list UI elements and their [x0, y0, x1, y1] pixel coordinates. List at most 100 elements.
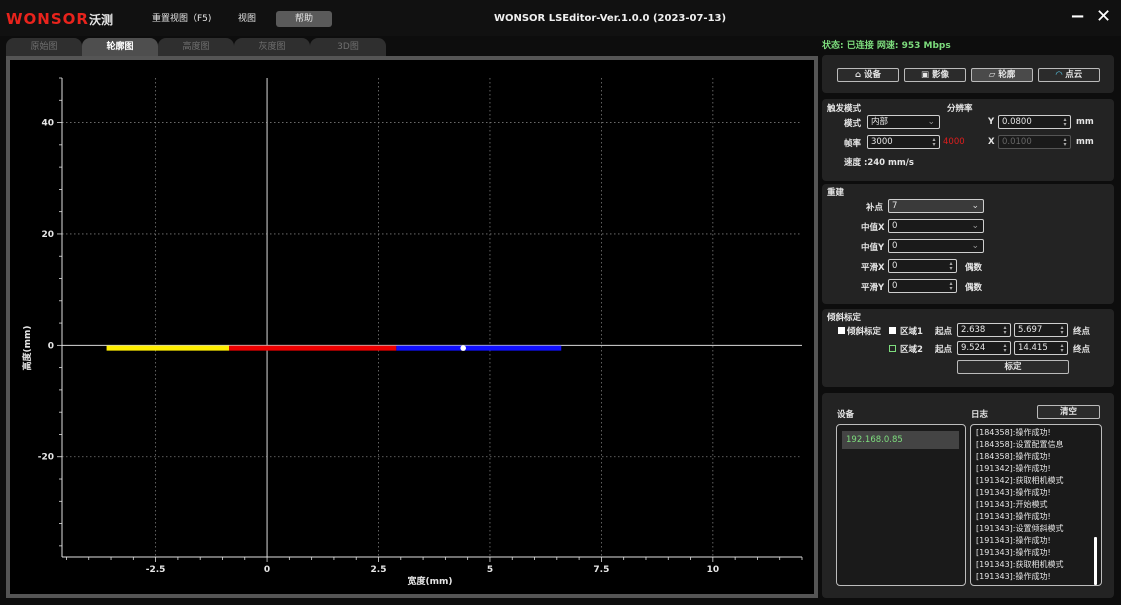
stepper-icon[interactable]: ▴ ▾ — [1058, 325, 1066, 336]
trigger-section-title: 触发模式 — [827, 104, 862, 114]
stepper-icon[interactable]: ▴ ▾ — [947, 281, 955, 292]
chevron-down-icon: ⌄ — [971, 221, 979, 231]
region2-label: 区域2 — [900, 345, 923, 355]
median-x-select[interactable]: 0 ⌄ — [888, 219, 984, 233]
smooth-y-label: 平滑Y — [861, 283, 885, 293]
image-button[interactable]: ▣ 影像 — [904, 68, 966, 82]
y-tick-label: 0 — [48, 341, 54, 351]
log-line: [191343]:设置倾斜模式 — [976, 524, 1064, 533]
log-scrollbar[interactable] — [1094, 537, 1097, 585]
x-axis-label: 宽度(mm) — [407, 575, 453, 587]
region1-end-label: 终点 — [1073, 327, 1091, 337]
log-line: [191343]:获取相机模式 — [976, 560, 1064, 569]
fill-select[interactable]: 7 ⌄ — [888, 199, 984, 213]
device-list: 192.168.0.85 — [836, 424, 966, 586]
tilt-enable-checkbox[interactable] — [838, 327, 845, 334]
chevron-down-icon: ⌄ — [971, 241, 979, 251]
stepper-icon[interactable]: ▴ ▾ — [1001, 325, 1009, 336]
res-y-input[interactable]: 0.0800 ▴ ▾ — [998, 115, 1071, 129]
y-axis-label: 高度(mm) — [21, 326, 33, 371]
y-tick-label: 20 — [41, 230, 54, 240]
device-log-panel: 设备 日志 清空 192.168.0.85 [184358]:操作成功! [18… — [822, 393, 1114, 598]
stepper-icon[interactable]: ▴ ▾ — [1061, 137, 1069, 148]
tab-raw[interactable]: 原始图 — [6, 38, 82, 56]
region1-label: 区域1 — [900, 327, 923, 337]
tilt-panel: 倾斜标定 倾斜标定 区域1 起点 2.638 ▴ ▾ 5.697 ▴ ▾ 终点 区域2 … — [822, 309, 1114, 387]
mode-select[interactable]: 内部 ⌄ — [867, 115, 940, 129]
region2-start-label: 起点 — [935, 345, 953, 355]
profile-button[interactable]: ▱ 轮廓 — [971, 68, 1033, 82]
device-item[interactable]: 192.168.0.85 — [842, 431, 959, 449]
rebuild-section-title: 重建 — [827, 188, 845, 198]
minimize-button[interactable]: − — [1070, 8, 1085, 26]
mode-label: 模式 — [844, 119, 862, 129]
log-label: 日志 — [971, 410, 989, 420]
log-line: [184358]:操作成功! — [976, 428, 1051, 437]
view-tabs: 原始图 轮廓图 高度图 灰度图 3D图 — [6, 38, 406, 56]
x-tick-label: 10 — [707, 565, 720, 575]
speed-readout: 速度 :240 mm/s — [844, 158, 914, 168]
smooth-y-even: 偶数 — [965, 283, 983, 293]
chevron-down-icon: ⌄ — [971, 201, 979, 211]
y-tick-label: -20 — [38, 453, 54, 463]
stepper-icon[interactable]: ▴ ▾ — [1061, 117, 1069, 128]
log-line: [191343]:开始模式 — [976, 500, 1048, 509]
calibrate-button[interactable]: 标定 — [957, 360, 1069, 374]
menu-reset-view[interactable]: 重置视图（F5) — [152, 11, 211, 27]
y-tick-label: 40 — [41, 119, 54, 129]
x-tick-label: 0 — [264, 565, 270, 575]
profile-icon: ▱ — [988, 70, 999, 80]
clear-log-button[interactable]: 清空 — [1037, 405, 1100, 419]
menu-view[interactable]: 视图 — [238, 11, 256, 27]
device-label: 设备 — [837, 410, 855, 420]
close-button[interactable]: ✕ — [1096, 8, 1111, 26]
connection-status: 状态: 已连接 网速: 953 Mbps — [822, 41, 951, 51]
log-line: [191343]:操作成功! — [976, 548, 1051, 557]
device-button[interactable]: ⌂ 设备 — [837, 68, 899, 82]
x-tick-label: 5 — [487, 565, 493, 575]
smooth-x-input[interactable]: 0 ▴ ▾ — [888, 259, 957, 273]
res-x-input[interactable]: 0.0100 ▴ ▾ — [998, 135, 1071, 149]
tilt-enable-label: 倾斜标定 — [847, 327, 882, 337]
brand-logo: WONSOR — [6, 10, 89, 28]
stepper-icon[interactable]: ▴ ▾ — [1001, 343, 1009, 354]
x-tick-label: 2.5 — [371, 565, 387, 575]
smooth-y-input[interactable]: 0 ▴ ▾ — [888, 279, 957, 293]
log-line: [184358]:设置配置信息 — [976, 440, 1064, 449]
smooth-x-even: 偶数 — [965, 263, 983, 273]
median-y-label: 中值Y — [861, 243, 885, 253]
profile-plot[interactable]: -2.5 0 2.5 5 7.5 10 -20 0 20 40 宽度(mm) 高度(mm) — [6, 56, 818, 598]
menu-help[interactable]: 帮助 — [276, 11, 332, 27]
region2-start-input[interactable]: 9.524 ▴ ▾ — [957, 341, 1011, 355]
resolution-section-title: 分辨率 — [947, 104, 973, 114]
pointcloud-button[interactable]: ◠ 点云 — [1038, 68, 1100, 82]
rebuild-panel: 重建 补点 7 ⌄ 中值X 0 ⌄ 中值Y 0 ⌄ 平滑X 0 ▴ ▾ 偶数 平滑Y 0 ▴… — [822, 184, 1114, 304]
median-y-select[interactable]: 0 ⌄ — [888, 239, 984, 253]
stepper-icon[interactable]: ▴ ▾ — [1058, 343, 1066, 354]
region2-end-input[interactable]: 14.415 ▴ ▾ — [1014, 341, 1068, 355]
stepper-icon[interactable]: ▴ ▾ — [930, 137, 938, 148]
fill-label: 补点 — [866, 203, 884, 213]
tilt-section-title: 倾斜标定 — [827, 313, 862, 323]
brand-logo-cn: 沃测 — [89, 13, 114, 27]
title-bar: WONSOR 沃测 重置视图（F5) 视图 帮助 WONSOR LSEditor… — [0, 0, 1121, 36]
region2-checkbox[interactable] — [889, 345, 896, 352]
region1-checkbox[interactable] — [889, 327, 896, 334]
log-line: [184358]:操作成功! — [976, 452, 1051, 461]
frame-rate-input[interactable]: 3000 ▴ ▾ — [867, 135, 940, 149]
tab-height[interactable]: 高度图 — [158, 38, 234, 56]
profile-marker — [460, 345, 467, 351]
tab-profile[interactable]: 轮廓图 — [82, 38, 158, 56]
stepper-icon[interactable]: ▴ ▾ — [947, 261, 955, 272]
rate-label: 帧率 — [844, 139, 862, 149]
res-y-unit: mm — [1076, 117, 1094, 127]
region1-end-input[interactable]: 5.697 ▴ ▾ — [1014, 323, 1068, 337]
tab-gray[interactable]: 灰度图 — [234, 38, 310, 56]
log-line: [191343]:操作成功! — [976, 512, 1051, 521]
log-list: [184358]:操作成功! [184358]:设置配置信息 [184358]:… — [970, 424, 1102, 586]
nav-panel: ⌂ 设备 ▣ 影像 ▱ 轮廓 ◠ 点云 — [822, 55, 1114, 93]
median-x-label: 中值X — [861, 223, 885, 233]
region1-start-input[interactable]: 2.638 ▴ ▾ — [957, 323, 1011, 337]
profile-chart[interactable]: -2.5 0 2.5 5 7.5 10 -20 0 20 40 宽度(mm) 高度(mm) — [10, 60, 814, 594]
tab-3d[interactable]: 3D图 — [310, 38, 386, 56]
